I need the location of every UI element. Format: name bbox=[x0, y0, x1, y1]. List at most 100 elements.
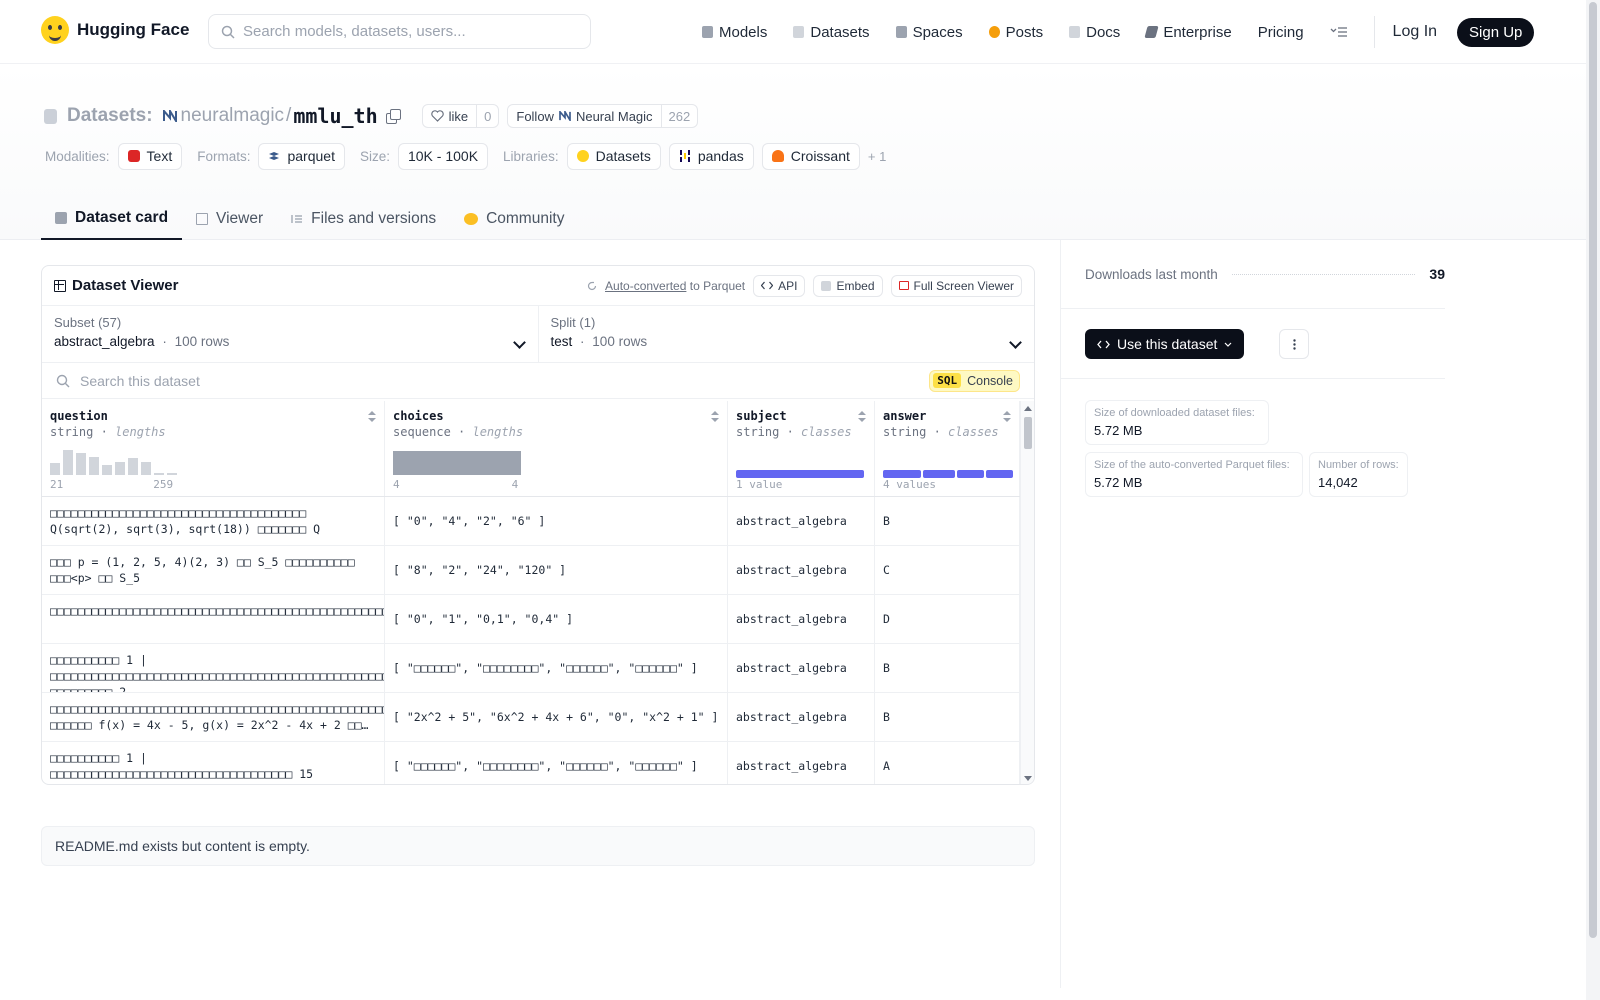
tag-format[interactable]: parquet bbox=[258, 142, 345, 170]
tab-files[interactable]: Files and versions bbox=[277, 198, 450, 240]
tab-viewer[interactable]: Viewer bbox=[182, 198, 277, 240]
tab-viewer-label: Viewer bbox=[216, 210, 264, 227]
nav-spaces[interactable]: Spaces bbox=[895, 24, 963, 41]
scroll-down-arrow-icon[interactable] bbox=[1024, 776, 1032, 781]
histogram-bar bbox=[393, 451, 521, 475]
tag-library-pandas-label: pandas bbox=[697, 148, 744, 164]
histogram-min: 4 bbox=[393, 478, 400, 491]
use-this-dataset-label: Use this dataset bbox=[1117, 336, 1218, 352]
histogram-bar bbox=[154, 473, 164, 475]
nav-datasets-label: Datasets bbox=[810, 23, 870, 41]
table-row[interactable]: □□□□□□□□□□□□□□□□□□□□□□□□□□□□□□□□□□□□□□□□… bbox=[42, 693, 1020, 742]
tag-library-datasets[interactable]: Datasets bbox=[566, 142, 661, 170]
column-subject[interactable]: subject string · classes 1 value bbox=[728, 401, 875, 496]
repo-name[interactable]: mmlu_th bbox=[293, 104, 377, 128]
class-bar-segment bbox=[736, 470, 864, 478]
like-label: like bbox=[448, 108, 469, 124]
subset-name: abstract_algebra bbox=[54, 334, 155, 349]
tab-community[interactable]: Community bbox=[450, 198, 578, 240]
viewer-selectors: Subset (57) abstract_algebra · 100 rows … bbox=[42, 306, 1034, 363]
subset-select[interactable]: Subset (57) abstract_algebra · 100 rows bbox=[42, 306, 538, 362]
readme-notice: README.md exists but content is empty. bbox=[41, 826, 1035, 866]
histogram-max: 4 bbox=[511, 478, 519, 491]
nav-pricing[interactable]: Pricing bbox=[1258, 24, 1304, 41]
like-button[interactable]: like 0 bbox=[421, 104, 500, 128]
column-choices[interactable]: choices sequence · lengths 4 4 bbox=[385, 401, 728, 496]
split-select[interactable]: Split (1) test · 100 rows bbox=[537, 306, 1035, 362]
tag-size[interactable]: 10K - 100K bbox=[397, 142, 489, 170]
column-question[interactable]: question string · lengths 21 259 bbox=[42, 401, 385, 496]
tab-files-label: Files and versions bbox=[311, 210, 437, 227]
table-row[interactable]: □□□□□□□□□□ 1 | □□□□□□□□□□□□□□□□□□□□□□□□□… bbox=[42, 742, 1020, 784]
tab-dataset-card[interactable]: Dataset card bbox=[41, 198, 183, 240]
page-scrollbar[interactable] bbox=[1586, 0, 1600, 1000]
repo-title: Datasets: neuralmagic / mmlu_th like 0 F… bbox=[44, 103, 699, 129]
copy-icon[interactable] bbox=[385, 109, 401, 124]
sort-icon[interactable] bbox=[858, 411, 866, 423]
sidebar: Downloads last month 39 Use this dataset… bbox=[1060, 240, 1586, 988]
tag-modality[interactable]: Text bbox=[117, 142, 183, 170]
cell-question: □□□□□□□□□□ 1 | □□□□□□□□□□□□□□□□□□□□□□□□□… bbox=[42, 742, 385, 784]
scrollbar-thumb[interactable] bbox=[1024, 417, 1032, 449]
table-row[interactable]: □□□□□□□□□□ 1 | □□□□□□□□□□□□□□□□□□□□□□□□□… bbox=[42, 644, 1020, 693]
nav-models-label: Models bbox=[719, 23, 768, 41]
downloads-stat: Downloads last month 39 bbox=[1085, 266, 1445, 282]
sql-console-button[interactable]: SQL Console bbox=[929, 369, 1020, 392]
auto-converted-link[interactable]: Auto-converted bbox=[605, 279, 686, 293]
table-row[interactable]: □□□□□□□□□□□□□□□□□□□□□□□□□□□□□□□□□□□□□ Q(… bbox=[42, 497, 1020, 546]
class-bar-segment bbox=[883, 470, 921, 478]
nav-docs[interactable]: Docs bbox=[1069, 24, 1120, 41]
split-name: test bbox=[550, 334, 573, 349]
more-libraries[interactable]: + 1 bbox=[868, 149, 886, 164]
nav-models[interactable]: Models bbox=[702, 24, 767, 41]
login-link[interactable]: Log In bbox=[1393, 23, 1437, 41]
page-scrollbar-thumb[interactable] bbox=[1589, 2, 1597, 938]
table-scrollbar[interactable] bbox=[1020, 401, 1034, 784]
org-name[interactable]: neuralmagic bbox=[181, 105, 285, 127]
histogram-bar bbox=[141, 462, 151, 475]
nav-datasets[interactable]: Datasets bbox=[793, 23, 870, 41]
api-button[interactable]: API bbox=[753, 274, 806, 297]
dataset-search-input[interactable] bbox=[80, 372, 780, 389]
neural-magic-small-logo-icon bbox=[559, 111, 571, 121]
split-rows: 100 rows bbox=[592, 334, 648, 349]
column-name: choices bbox=[393, 409, 444, 423]
sort-icon[interactable] bbox=[1003, 411, 1011, 423]
nav-more-menu[interactable] bbox=[1330, 26, 1348, 38]
class-summary: 1 value bbox=[736, 478, 782, 491]
column-stat: lengths bbox=[115, 425, 166, 439]
column-answer[interactable]: answer string · classes 4 values bbox=[875, 401, 1020, 496]
table-row[interactable]: □□□ p = (1, 2, 5, 4)(2, 3) □□ S_5 □□□□□□… bbox=[42, 546, 1020, 595]
cell-question: □□□□□□□□□□□□□□□□□□□□□□□□□□□□□□□□□□□□□□□□… bbox=[42, 693, 385, 741]
nav-enterprise[interactable]: Enterprise bbox=[1144, 24, 1232, 41]
global-search[interactable] bbox=[208, 14, 591, 49]
histogram-min: 21 bbox=[50, 478, 64, 491]
column-type-value: string bbox=[736, 425, 780, 439]
more-options-button[interactable] bbox=[1279, 329, 1309, 359]
column-stat: lengths bbox=[472, 425, 524, 439]
nav-posts[interactable]: Posts bbox=[988, 24, 1043, 41]
signup-button[interactable]: Sign Up bbox=[1457, 17, 1535, 47]
use-this-dataset-button[interactable]: Use this dataset bbox=[1085, 329, 1245, 359]
tag-library-pandas[interactable]: pandas bbox=[668, 142, 754, 170]
tag-library-croissant[interactable]: Croissant bbox=[761, 142, 860, 170]
path-separator: / bbox=[286, 105, 292, 126]
downloads-value: 39 bbox=[1429, 266, 1445, 282]
table-row[interactable]: □□□□□□□□□□□□□□□□□□□□□□□□□□□□□□□□□□□□□□□□… bbox=[42, 595, 1020, 644]
repo-type-label[interactable]: Datasets: bbox=[67, 105, 153, 127]
histogram-bar bbox=[102, 465, 112, 475]
global-search-input[interactable] bbox=[243, 23, 563, 40]
cell-subject: abstract_algebra bbox=[728, 693, 875, 741]
sort-icon[interactable] bbox=[711, 411, 719, 423]
embed-button[interactable]: Embed bbox=[813, 274, 883, 297]
cell-choices: [ "□□□□□□", "□□□□□□□□", "□□□□□□", "□□□□□… bbox=[385, 742, 728, 784]
fullscreen-viewer-button[interactable]: Full Screen Viewer bbox=[890, 274, 1022, 297]
question-length-histogram bbox=[50, 449, 177, 475]
column-type: string · classes bbox=[883, 425, 999, 439]
follow-button[interactable]: Follow Neural Magic 262 bbox=[507, 104, 699, 128]
kebab-menu-icon bbox=[1292, 338, 1296, 350]
brand[interactable]: Hugging Face bbox=[41, 16, 189, 44]
sort-icon[interactable] bbox=[368, 411, 376, 423]
table-body: □□□□□□□□□□□□□□□□□□□□□□□□□□□□□□□□□□□□□ Q(… bbox=[42, 497, 1020, 784]
scroll-up-arrow-icon[interactable] bbox=[1024, 406, 1032, 411]
